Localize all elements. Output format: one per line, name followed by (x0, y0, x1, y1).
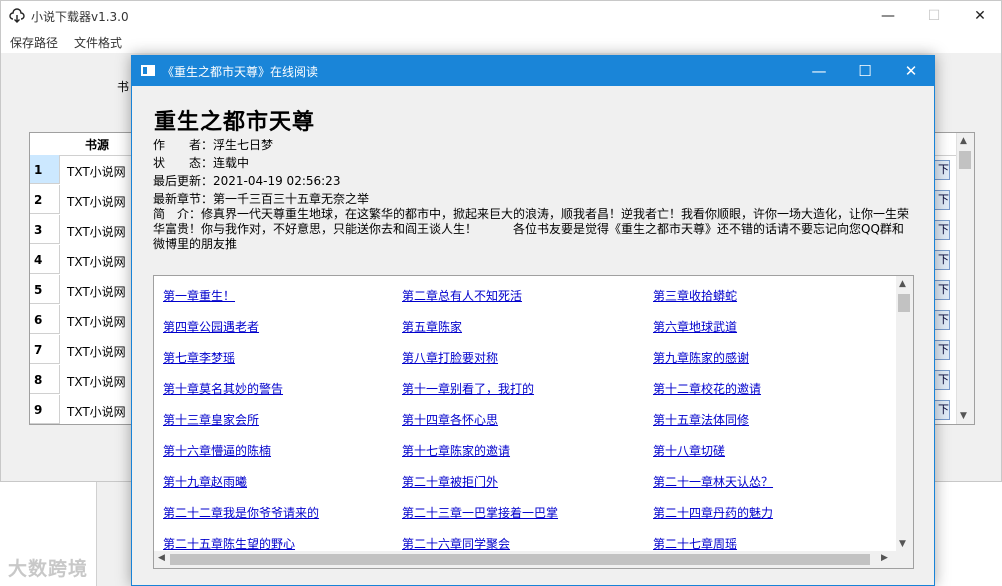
main-window-title: 小说下载器v1.3.0 (31, 10, 129, 24)
chapter-link[interactable]: 第五章陈家 (402, 318, 462, 335)
row-source: TXT小说网 (67, 225, 126, 239)
chapter-list-vertical-scrollbar[interactable]: ▲ ▼ (896, 276, 913, 552)
reader-window: 《重生之都市天尊》在线阅读 — ☐ ✕ 重生之都市天尊 作 者：浮生七日梦 状 … (131, 55, 935, 586)
row-source: TXT小说网 (67, 285, 126, 299)
row-source: TXT小说网 (67, 315, 126, 329)
chapter-link[interactable]: 第二十二章我是你爷爷请来的 (163, 504, 319, 521)
chapter-link[interactable]: 第二十四章丹药的魅力 (653, 504, 773, 521)
row-index: 6 (30, 305, 60, 334)
chapter-link[interactable]: 第六章地球武道 (653, 318, 737, 335)
menu-save-path[interactable]: 保存路径 (10, 34, 58, 51)
row-index: 2 (30, 185, 60, 214)
minimize-icon: — (811, 62, 827, 80)
book-latest-chapter: 最新章节：第一千三百三十五章无奈之举 (153, 192, 370, 206)
scroll-up-icon[interactable]: ▲ (960, 136, 967, 146)
chapter-link[interactable]: 第十九章赵雨曦 (163, 473, 247, 490)
row-source: TXT小说网 (67, 165, 126, 179)
close-icon: ✕ (974, 8, 986, 24)
reader-minimize-button[interactable]: — (796, 56, 842, 86)
chapter-link[interactable]: 第四章公园遇老者 (163, 318, 259, 335)
chapter-link[interactable]: 第十二章校花的邀请 (653, 380, 761, 397)
reader-maximize-button[interactable]: ☐ (842, 56, 888, 86)
row-source: TXT小说网 (67, 195, 126, 209)
chapter-link[interactable]: 第二十五章陈生望的野心 (163, 535, 295, 552)
row-source: TXT小说网 (67, 345, 126, 359)
scrollbar-thumb[interactable] (898, 294, 910, 312)
chapter-link[interactable]: 第二十一章林天认怂？ (653, 473, 773, 490)
minimize-icon: — (881, 8, 895, 24)
book-status: 状 态：连载中 (153, 156, 250, 170)
chapter-link[interactable]: 第二十七章周瑶 (653, 535, 737, 552)
row-index: 3 (30, 215, 60, 244)
maximize-button[interactable]: ☐ (911, 1, 957, 31)
chapter-list: 第一章重生！ 第二章总有人不知死活 第三章收拾蟒蛇 第四章公园遇老者 第五章陈家… (153, 275, 914, 569)
chapter-link[interactable]: 第十一章别看了，我打的 (402, 380, 534, 397)
book-title: 重生之都市天尊 (154, 109, 316, 135)
row-index: 7 (30, 335, 60, 364)
row-source: TXT小说网 (67, 405, 126, 419)
row-index: 8 (30, 365, 60, 394)
cloud-download-icon (9, 8, 25, 23)
grid-vertical-scrollbar[interactable]: ▲ ▼ (956, 133, 974, 424)
book-author: 作 者：浮生七日梦 (153, 138, 274, 152)
row-source: TXT小说网 (67, 255, 126, 269)
scroll-right-icon[interactable]: ▶ (881, 553, 888, 563)
menu-bar: 保存路径 文件格式 (1, 31, 1001, 53)
chapter-link[interactable]: 第十三章皇家会所 (163, 411, 259, 428)
chapter-link[interactable]: 第三章收拾蟒蛇 (653, 287, 737, 304)
row-index: 5 (30, 275, 60, 304)
chapter-link[interactable]: 第二章总有人不知死活 (402, 287, 522, 304)
watermark: 大数跨境 (8, 558, 89, 580)
reader-close-button[interactable]: ✕ (888, 56, 934, 86)
scroll-down-icon[interactable]: ▼ (960, 411, 967, 421)
scrollbar-thumb[interactable] (959, 151, 971, 169)
book-last-updated: 最后更新：2021-04-19 02:56:23 (153, 174, 341, 188)
maximize-icon: ☐ (927, 8, 941, 24)
chapter-link[interactable]: 第一章重生！ (163, 287, 235, 304)
chapter-link[interactable]: 第十五章法体同修 (653, 411, 749, 428)
scroll-left-icon[interactable]: ◀ (158, 553, 165, 563)
minimize-button[interactable]: — (865, 1, 911, 31)
column-header-source: 书源 (85, 138, 110, 152)
row-index: 9 (30, 395, 60, 424)
chapter-link[interactable]: 第七章李梦瑶 (163, 349, 235, 366)
main-titlebar: 小说下载器v1.3.0 — ☐ ✕ (1, 1, 1001, 31)
chapter-link[interactable]: 第十六章懵逼的陈楠 (163, 442, 271, 459)
book-name-label: 书 (117, 80, 130, 94)
background-window-edge (96, 482, 133, 586)
menu-file-format[interactable]: 文件格式 (74, 34, 122, 51)
book-intro: 简 介：修真界一代天尊重生地球，在这繁华的都市中，掀起来巨大的浪涛，顺我者昌！逆… (153, 207, 910, 251)
chapter-link[interactable]: 第十七章陈家的邀请 (402, 442, 510, 459)
chapter-link[interactable]: 第十章莫名其妙的警告 (163, 380, 283, 397)
window-icon (141, 65, 155, 76)
maximize-icon: ☐ (858, 62, 872, 80)
chapter-link[interactable]: 第八章打脸要对称 (402, 349, 498, 366)
chapter-list-horizontal-scrollbar[interactable]: ◀ ▶ (154, 551, 913, 568)
scroll-down-icon[interactable]: ▼ (899, 539, 906, 549)
close-button[interactable]: ✕ (957, 1, 1002, 31)
chapter-link[interactable]: 第十四章各怀心思 (402, 411, 498, 428)
chapter-link[interactable]: 第二十六章同学聚会 (402, 535, 510, 552)
close-icon: ✕ (904, 62, 918, 80)
scrollbar-thumb[interactable] (170, 554, 870, 565)
row-source: TXT小说网 (67, 375, 126, 389)
chapter-link[interactable]: 第九章陈家的感谢 (653, 349, 749, 366)
chapter-link[interactable]: 第十八章切磋 (653, 442, 725, 459)
chapter-link[interactable]: 第二十章被拒门外 (402, 473, 498, 490)
row-index: 4 (30, 245, 60, 274)
reader-titlebar: 《重生之都市天尊》在线阅读 — ☐ ✕ (132, 56, 934, 86)
row-index: 1 (30, 155, 60, 184)
chapter-link[interactable]: 第二十三章一巴掌接着一巴掌 (402, 504, 558, 521)
reader-window-title: 《重生之都市天尊》在线阅读 (162, 65, 319, 79)
scroll-up-icon[interactable]: ▲ (899, 279, 906, 289)
